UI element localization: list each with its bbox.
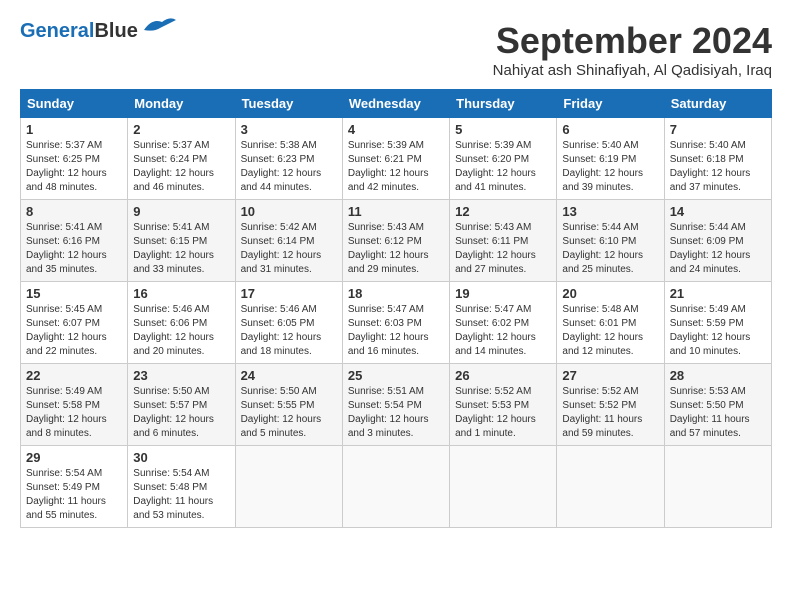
table-row: 10Sunrise: 5:42 AMSunset: 6:14 PMDayligh… [235, 200, 342, 282]
table-row: 19Sunrise: 5:47 AMSunset: 6:02 PMDayligh… [450, 282, 557, 364]
page-header: GeneralBlue September 2024 Nahiyat ash S… [20, 20, 772, 79]
table-row: 4Sunrise: 5:39 AMSunset: 6:21 PMDaylight… [342, 118, 449, 200]
table-row: 12Sunrise: 5:43 AMSunset: 6:11 PMDayligh… [450, 200, 557, 282]
table-row: 26Sunrise: 5:52 AMSunset: 5:53 PMDayligh… [450, 364, 557, 446]
calendar-table: Sunday Monday Tuesday Wednesday Thursday… [20, 89, 772, 528]
table-row: 1Sunrise: 5:37 AMSunset: 6:25 PMDaylight… [21, 118, 128, 200]
table-row: 7Sunrise: 5:40 AMSunset: 6:18 PMDaylight… [664, 118, 771, 200]
table-row: 9Sunrise: 5:41 AMSunset: 6:15 PMDaylight… [128, 200, 235, 282]
table-row: 8Sunrise: 5:41 AMSunset: 6:16 PMDaylight… [21, 200, 128, 282]
header-sunday: Sunday [21, 90, 128, 118]
logo: GeneralBlue [20, 20, 178, 43]
header-friday: Friday [557, 90, 664, 118]
table-row: 30Sunrise: 5:54 AMSunset: 5:48 PMDayligh… [128, 446, 235, 528]
table-row: 28Sunrise: 5:53 AMSunset: 5:50 PMDayligh… [664, 364, 771, 446]
table-row: 15Sunrise: 5:45 AMSunset: 6:07 PMDayligh… [21, 282, 128, 364]
table-row [450, 446, 557, 528]
table-row: 16Sunrise: 5:46 AMSunset: 6:06 PMDayligh… [128, 282, 235, 364]
header-monday: Monday [128, 90, 235, 118]
table-row: 22Sunrise: 5:49 AMSunset: 5:58 PMDayligh… [21, 364, 128, 446]
calendar-header-row: Sunday Monday Tuesday Wednesday Thursday… [21, 90, 772, 118]
logo-line1: General [20, 20, 94, 42]
month-title: September 2024 [493, 20, 772, 62]
table-row: 20Sunrise: 5:48 AMSunset: 6:01 PMDayligh… [557, 282, 664, 364]
table-row [664, 446, 771, 528]
header-saturday: Saturday [664, 90, 771, 118]
header-tuesday: Tuesday [235, 90, 342, 118]
location-subtitle: Nahiyat ash Shinafiyah, Al Qadisiyah, Ir… [493, 62, 772, 79]
table-row: 11Sunrise: 5:43 AMSunset: 6:12 PMDayligh… [342, 200, 449, 282]
logo-line2: Blue [94, 20, 137, 42]
table-row: 5Sunrise: 5:39 AMSunset: 6:20 PMDaylight… [450, 118, 557, 200]
table-row: 2Sunrise: 5:37 AMSunset: 6:24 PMDaylight… [128, 118, 235, 200]
table-row: 14Sunrise: 5:44 AMSunset: 6:09 PMDayligh… [664, 200, 771, 282]
header-thursday: Thursday [450, 90, 557, 118]
table-row: 27Sunrise: 5:52 AMSunset: 5:52 PMDayligh… [557, 364, 664, 446]
table-row [235, 446, 342, 528]
logo-bird-icon [142, 16, 178, 34]
table-row: 21Sunrise: 5:49 AMSunset: 5:59 PMDayligh… [664, 282, 771, 364]
table-row [557, 446, 664, 528]
table-row: 3Sunrise: 5:38 AMSunset: 6:23 PMDaylight… [235, 118, 342, 200]
table-row [342, 446, 449, 528]
title-section: September 2024 Nahiyat ash Shinafiyah, A… [493, 20, 772, 79]
table-row: 13Sunrise: 5:44 AMSunset: 6:10 PMDayligh… [557, 200, 664, 282]
table-row: 29Sunrise: 5:54 AMSunset: 5:49 PMDayligh… [21, 446, 128, 528]
table-row: 24Sunrise: 5:50 AMSunset: 5:55 PMDayligh… [235, 364, 342, 446]
table-row: 18Sunrise: 5:47 AMSunset: 6:03 PMDayligh… [342, 282, 449, 364]
table-row: 6Sunrise: 5:40 AMSunset: 6:19 PMDaylight… [557, 118, 664, 200]
table-row: 17Sunrise: 5:46 AMSunset: 6:05 PMDayligh… [235, 282, 342, 364]
header-wednesday: Wednesday [342, 90, 449, 118]
table-row: 25Sunrise: 5:51 AMSunset: 5:54 PMDayligh… [342, 364, 449, 446]
table-row: 23Sunrise: 5:50 AMSunset: 5:57 PMDayligh… [128, 364, 235, 446]
